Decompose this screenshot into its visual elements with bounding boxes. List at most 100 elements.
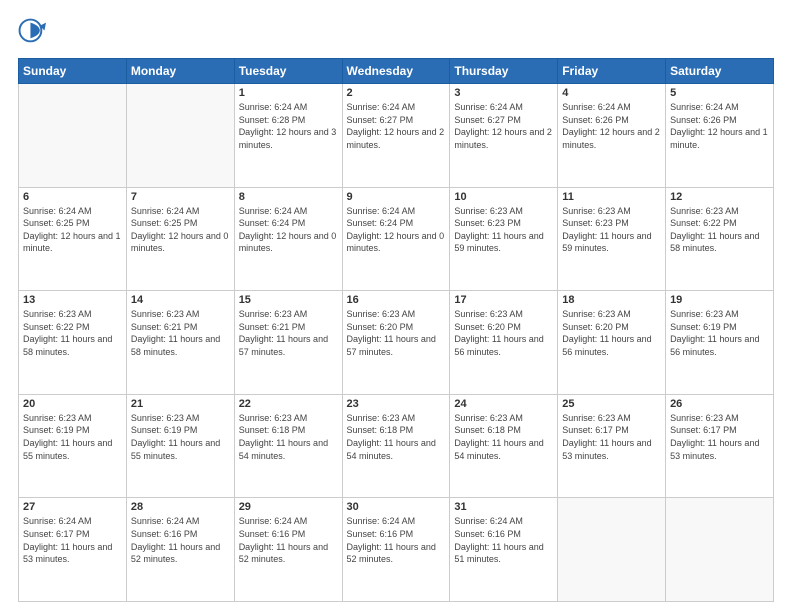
day-number: 20 [23,398,122,410]
day-number: 23 [347,398,446,410]
day-number: 28 [131,501,230,513]
calendar-cell: 16 Sunrise: 6:23 AMSunset: 6:20 PMDayligh… [342,291,450,395]
calendar-cell: 23Sunrise: 6:23 AMSunset: 6:18 PMDayligh… [342,394,450,498]
calendar-cell: 14Sunrise: 6:23 AMSunset: 6:21 PMDayligh… [126,291,234,395]
day-number: 10 [454,191,553,203]
day-info: Sunrise: 6:24 AMSunset: 6:25 PMDaylight:… [131,205,230,255]
day-number: 17 [454,294,553,306]
day-number: 27 [23,501,122,513]
day-number: 26 [670,398,769,410]
calendar-header-row: SundayMondayTuesdayWednesdayThursdayFrid… [19,59,774,84]
calendar-cell: 9 Sunrise: 6:24 AMSunset: 6:24 PMDaylight… [342,187,450,291]
day-info: Sunrise: 6:24 AMSunset: 6:24 PMDaylight:… [347,205,446,255]
day-number: 31 [454,501,553,513]
calendar-cell: 8 Sunrise: 6:24 AMSunset: 6:24 PMDaylight… [234,187,342,291]
day-number: 4 [562,87,661,99]
calendar-cell: 25Sunrise: 6:23 AMSunset: 6:17 PMDayligh… [558,394,666,498]
day-info: Sunrise: 6:23 AMSunset: 6:17 PMDaylight:… [670,412,769,462]
calendar-cell: 17Sunrise: 6:23 AMSunset: 6:20 PMDayligh… [450,291,558,395]
day-number: 8 [239,191,338,203]
day-info: Sunrise: 6:23 AMSunset: 6:17 PMDaylight:… [562,412,661,462]
calendar-cell: 28 Sunrise: 6:24 AMSunset: 6:16 PMDayligh… [126,498,234,602]
calendar-cell: 26 Sunrise: 6:23 AMSunset: 6:17 PMDayligh… [666,394,774,498]
calendar-cell: 22 Sunrise: 6:23 AMSunset: 6:18 PMDayligh… [234,394,342,498]
day-info: Sunrise: 6:24 AMSunset: 6:16 PMDaylight:… [131,515,230,565]
calendar-cell: 5 Sunrise: 6:24 AMSunset: 6:26 PMDaylight… [666,84,774,188]
day-number: 7 [131,191,230,203]
day-number: 24 [454,398,553,410]
day-info: Sunrise: 6:23 AMSunset: 6:23 PMDaylight:… [454,205,553,255]
calendar-cell: 18 Sunrise: 6:23 AMSunset: 6:20 PMDayligh… [558,291,666,395]
day-header-tuesday: Tuesday [234,59,342,84]
day-number: 9 [347,191,446,203]
calendar-cell: 13 Sunrise: 6:23 AMSunset: 6:22 PMDayligh… [19,291,127,395]
day-number: 16 [347,294,446,306]
calendar-cell: 15 Sunrise: 6:23 AMSunset: 6:21 PMDayligh… [234,291,342,395]
calendar-table: SundayMondayTuesdayWednesdayThursdayFrid… [18,58,774,602]
day-number: 18 [562,294,661,306]
day-info: Sunrise: 6:24 AMSunset: 6:28 PMDaylight:… [239,101,338,151]
calendar-week-row: 27 Sunrise: 6:24 AMSunset: 6:17 PMDayligh… [19,498,774,602]
calendar-cell: 21 Sunrise: 6:23 AMSunset: 6:19 PMDayligh… [126,394,234,498]
day-info: Sunrise: 6:24 AMSunset: 6:26 PMDaylight:… [670,101,769,151]
day-info: Sunrise: 6:23 AMSunset: 6:18 PMDaylight:… [239,412,338,462]
logo-icon [18,18,46,46]
day-info: Sunrise: 6:23 AMSunset: 6:19 PMDaylight:… [131,412,230,462]
calendar-cell: 6 Sunrise: 6:24 AMSunset: 6:25 PMDaylight… [19,187,127,291]
day-header-wednesday: Wednesday [342,59,450,84]
calendar-cell: 11 Sunrise: 6:23 AMSunset: 6:23 PMDayligh… [558,187,666,291]
day-info: Sunrise: 6:24 AMSunset: 6:27 PMDaylight:… [347,101,446,151]
calendar-cell [666,498,774,602]
day-info: Sunrise: 6:23 AMSunset: 6:20 PMDaylight:… [562,308,661,358]
day-info: Sunrise: 6:24 AMSunset: 6:16 PMDaylight:… [454,515,553,565]
day-info: Sunrise: 6:24 AMSunset: 6:16 PMDaylight:… [347,515,446,565]
day-number: 13 [23,294,122,306]
day-number: 22 [239,398,338,410]
day-info: Sunrise: 6:23 AMSunset: 6:23 PMDaylight:… [562,205,661,255]
day-info: Sunrise: 6:24 AMSunset: 6:17 PMDaylight:… [23,515,122,565]
day-number: 29 [239,501,338,513]
day-number: 12 [670,191,769,203]
day-header-friday: Friday [558,59,666,84]
calendar-cell: 29 Sunrise: 6:24 AMSunset: 6:16 PMDayligh… [234,498,342,602]
calendar-cell [19,84,127,188]
day-number: 11 [562,191,661,203]
day-header-saturday: Saturday [666,59,774,84]
day-header-monday: Monday [126,59,234,84]
day-number: 19 [670,294,769,306]
day-info: Sunrise: 6:23 AMSunset: 6:22 PMDaylight:… [23,308,122,358]
day-header-thursday: Thursday [450,59,558,84]
day-number: 14 [131,294,230,306]
calendar-cell: 1Sunrise: 6:24 AMSunset: 6:28 PMDaylight… [234,84,342,188]
day-info: Sunrise: 6:24 AMSunset: 6:24 PMDaylight:… [239,205,338,255]
day-number: 15 [239,294,338,306]
day-number: 30 [347,501,446,513]
calendar-week-row: 6 Sunrise: 6:24 AMSunset: 6:25 PMDaylight… [19,187,774,291]
day-number: 21 [131,398,230,410]
calendar-cell: 20 Sunrise: 6:23 AMSunset: 6:19 PMDayligh… [19,394,127,498]
calendar-cell: 10 Sunrise: 6:23 AMSunset: 6:23 PMDayligh… [450,187,558,291]
day-info: Sunrise: 6:24 AMSunset: 6:16 PMDaylight:… [239,515,338,565]
day-number: 6 [23,191,122,203]
header [18,18,774,46]
calendar-cell: 19Sunrise: 6:23 AMSunset: 6:19 PMDayligh… [666,291,774,395]
day-info: Sunrise: 6:24 AMSunset: 6:25 PMDaylight:… [23,205,122,255]
day-number: 5 [670,87,769,99]
day-info: Sunrise: 6:23 AMSunset: 6:22 PMDaylight:… [670,205,769,255]
day-number: 2 [347,87,446,99]
calendar-week-row: 13 Sunrise: 6:23 AMSunset: 6:22 PMDayligh… [19,291,774,395]
calendar-cell [126,84,234,188]
calendar-cell: 2 Sunrise: 6:24 AMSunset: 6:27 PMDaylight… [342,84,450,188]
calendar-cell: 12 Sunrise: 6:23 AMSunset: 6:22 PMDayligh… [666,187,774,291]
day-number: 3 [454,87,553,99]
day-header-sunday: Sunday [19,59,127,84]
day-info: Sunrise: 6:23 AMSunset: 6:18 PMDaylight:… [454,412,553,462]
day-info: Sunrise: 6:23 AMSunset: 6:19 PMDaylight:… [23,412,122,462]
calendar-week-row: 1Sunrise: 6:24 AMSunset: 6:28 PMDaylight… [19,84,774,188]
calendar-cell: 27 Sunrise: 6:24 AMSunset: 6:17 PMDayligh… [19,498,127,602]
day-info: Sunrise: 6:23 AMSunset: 6:21 PMDaylight:… [239,308,338,358]
calendar-cell: 3Sunrise: 6:24 AMSunset: 6:27 PMDaylight… [450,84,558,188]
day-info: Sunrise: 6:23 AMSunset: 6:20 PMDaylight:… [347,308,446,358]
calendar-cell: 31 Sunrise: 6:24 AMSunset: 6:16 PMDayligh… [450,498,558,602]
calendar-cell: 7 Sunrise: 6:24 AMSunset: 6:25 PMDaylight… [126,187,234,291]
